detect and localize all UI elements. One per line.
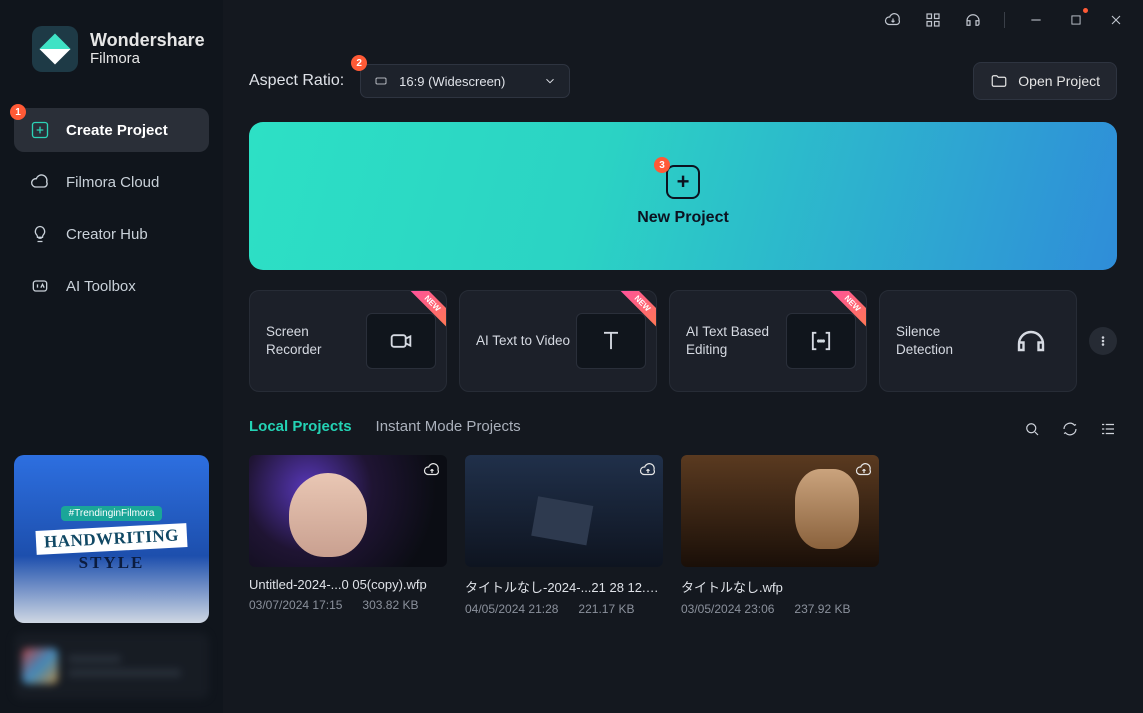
promo-card[interactable]: #TrendinginFilmora HANDWRITING STYLE [14, 455, 209, 623]
project-card[interactable]: タイトルなし-2024-...21 28 12.wfp 04/05/2024 2… [465, 455, 663, 616]
tab-instant-mode-projects[interactable]: Instant Mode Projects [376, 418, 521, 439]
sidebar-item-label: AI Toolbox [66, 278, 136, 295]
refresh-icon[interactable] [1061, 420, 1079, 438]
app-logo: Wondershare Filmora [14, 26, 209, 72]
sidebar-nav: 1 Create Project Filmora Cloud Creator H… [14, 108, 209, 308]
cloud-upload-icon[interactable] [639, 461, 657, 484]
open-project-label: Open Project [1018, 73, 1100, 89]
cloud-download-icon[interactable] [884, 11, 902, 29]
project-card[interactable]: Untitled-2024-...0 05(copy).wfp 03/07/20… [249, 455, 447, 616]
sidebar-item-create-project[interactable]: 1 Create Project [14, 108, 209, 152]
cloud-upload-icon[interactable] [423, 461, 441, 484]
chevron-down-icon [543, 74, 557, 88]
step-badge-3: 3 [654, 157, 670, 173]
project-meta: 03/07/2024 17:15303.82 KB [249, 598, 447, 612]
sidebar-item-label: Creator Hub [66, 226, 148, 243]
sidebar-item-ai-toolbox[interactable]: AI Toolbox [14, 264, 209, 308]
aspect-ratio-value: 16:9 (Widescreen) [399, 74, 505, 89]
project-thumbnail [465, 455, 663, 567]
sidebar-item-label: Create Project [66, 122, 168, 139]
tab-local-projects[interactable]: Local Projects [249, 418, 352, 439]
project-name: Untitled-2024-...0 05(copy).wfp [249, 577, 447, 592]
ai-icon [30, 276, 50, 296]
project-name: タイトルなし-2024-...21 28 12.wfp [465, 577, 663, 596]
sidebar: Wondershare Filmora 1 Create Project Fil… [0, 0, 223, 713]
projects-grid: Untitled-2024-...0 05(copy).wfp 03/07/20… [249, 455, 1117, 616]
search-icon[interactable] [1023, 420, 1041, 438]
sidebar-item-filmora-cloud[interactable]: Filmora Cloud [14, 160, 209, 204]
project-name: タイトルなし.wfp [681, 577, 879, 596]
camera-icon [366, 313, 436, 369]
cloud-upload-icon[interactable] [855, 461, 873, 484]
tool-silence-detection[interactable]: Silence Detection [879, 290, 1077, 392]
sidebar-item-creator-hub[interactable]: Creator Hub [14, 212, 209, 256]
logo-icon [32, 26, 78, 72]
headset-icon[interactable] [964, 11, 982, 29]
app-title: Wondershare Filmora [90, 31, 205, 67]
more-tools-button[interactable] [1089, 327, 1117, 355]
dots-vertical-icon [1096, 334, 1110, 348]
list-view-icon[interactable] [1099, 420, 1117, 438]
open-project-button[interactable]: Open Project [973, 62, 1117, 100]
apps-grid-icon[interactable] [924, 11, 942, 29]
plus-square-icon [30, 120, 50, 140]
headphones-icon [996, 313, 1066, 369]
plus-icon: 3 + [666, 165, 700, 199]
step-badge-2: 2 [351, 55, 367, 71]
projects-tabs: Local Projects Instant Mode Projects [249, 418, 1117, 439]
project-meta: 04/05/2024 21:28221.17 KB [465, 602, 663, 616]
sidebar-item-label: Filmora Cloud [66, 174, 159, 191]
tool-ai-text-to-video[interactable]: AI Text to Video [459, 290, 657, 392]
user-account-box[interactable] [14, 633, 209, 699]
bulb-icon [30, 224, 50, 244]
folder-icon [990, 72, 1008, 90]
avatar [22, 648, 58, 684]
widescreen-icon [373, 75, 389, 87]
maximize-icon[interactable] [1067, 11, 1085, 29]
minimize-icon[interactable] [1027, 11, 1045, 29]
step-badge-1: 1 [10, 104, 26, 120]
main-area: Aspect Ratio: 2 16:9 (Widescreen) Open P… [223, 0, 1143, 713]
aspect-ratio-select[interactable]: 2 16:9 (Widescreen) [360, 64, 570, 98]
project-thumbnail [681, 455, 879, 567]
close-icon[interactable] [1107, 11, 1125, 29]
project-meta: 03/05/2024 23:06237.92 KB [681, 602, 879, 616]
cloud-icon [30, 172, 50, 192]
separator [1004, 12, 1005, 28]
project-card[interactable]: タイトルなし.wfp 03/05/2024 23:06237.92 KB [681, 455, 879, 616]
project-thumbnail [249, 455, 447, 567]
tool-screen-recorder[interactable]: Screen Recorder [249, 290, 447, 392]
window-titlebar [223, 0, 1143, 40]
text-icon [576, 313, 646, 369]
brackets-icon [786, 313, 856, 369]
promo-chip: #TrendinginFilmora [61, 506, 163, 521]
tool-ai-text-based-editing[interactable]: AI Text Based Editing [669, 290, 867, 392]
promo-line1: HANDWRITING [36, 523, 188, 555]
new-project-label: New Project [637, 209, 729, 227]
aspect-ratio-label: Aspect Ratio: [249, 72, 344, 90]
promo-line2: STYLE [79, 553, 145, 573]
tools-row: Screen Recorder AI Text to Video AI Text… [249, 290, 1117, 392]
new-project-hero[interactable]: 3 + New Project [249, 122, 1117, 270]
